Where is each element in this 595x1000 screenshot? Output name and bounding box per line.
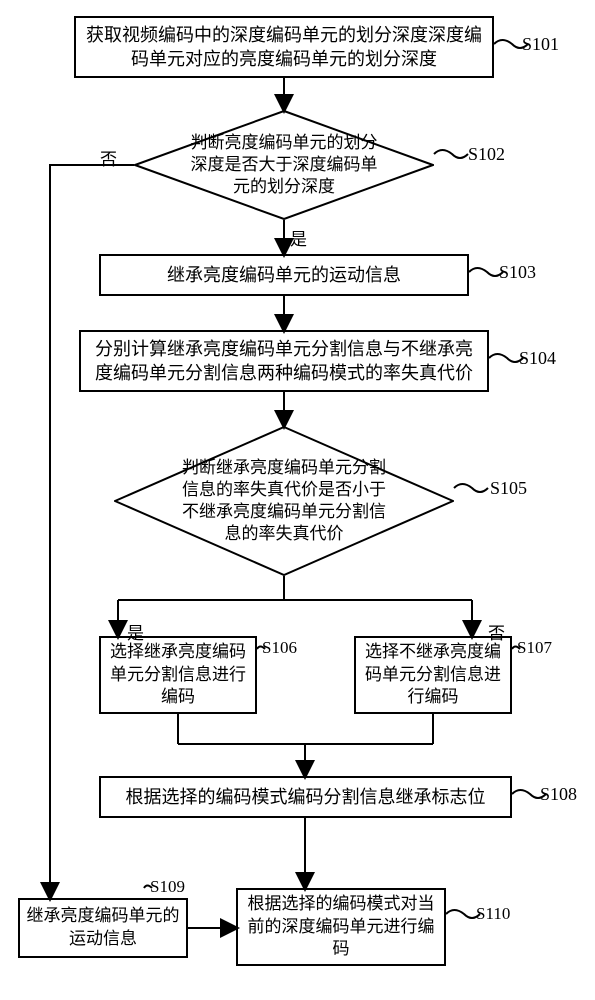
label-s109: S109 <box>150 877 185 897</box>
label-s101: S101 <box>522 34 559 55</box>
node-s109-text: 继承亮度编码单元的运动信息 <box>26 905 180 951</box>
edge-label-s102-yes: 是 <box>290 225 307 250</box>
label-s106: S106 <box>262 638 297 658</box>
flowchart-canvas: 获取视频编码中的深度编码单元的划分深度深度编码单元对应的亮度编码单元的划分深度 … <box>0 0 595 1000</box>
node-s101-text: 获取视频编码中的深度编码单元的划分深度深度编码单元对应的亮度编码单元的划分深度 <box>82 23 486 72</box>
label-s108: S108 <box>540 784 577 805</box>
node-s101: 获取视频编码中的深度编码单元的划分深度深度编码单元对应的亮度编码单元的划分深度 <box>74 16 494 78</box>
node-s104-text: 分别计算继承亮度编码单元分割信息与不继承亮度编码单元分割信息两种编码模式的率失真… <box>87 337 481 386</box>
label-s102: S102 <box>468 144 505 165</box>
edge-label-s105-no: 否 <box>488 619 505 644</box>
node-s107: 选择不继承亮度编码单元分割信息进行编码 <box>354 636 512 714</box>
node-s103-text: 继承亮度编码单元的运动信息 <box>167 263 401 287</box>
node-s108-text: 根据选择的编码模式编码分割信息继承标志位 <box>126 785 486 809</box>
label-s104: S104 <box>519 348 556 369</box>
node-s108: 根据选择的编码模式编码分割信息继承标志位 <box>99 776 512 818</box>
node-s106-text: 选择继承亮度编码单元分割信息进行编码 <box>107 641 249 710</box>
label-s110: S110 <box>476 904 510 924</box>
node-s102-text: 判断亮度编码单元的划分深度是否大于深度编码单元的划分深度 <box>187 132 382 198</box>
edge-label-s105-yes: 是 <box>127 619 144 644</box>
node-s104: 分别计算继承亮度编码单元分割信息与不继承亮度编码单元分割信息两种编码模式的率失真… <box>79 330 489 392</box>
label-s105: S105 <box>490 478 527 499</box>
node-s110: 根据选择的编码模式对当前的深度编码单元进行编码 <box>236 888 446 966</box>
edge-label-s102-no: 否 <box>100 145 117 170</box>
label-s103: S103 <box>499 262 536 283</box>
node-s109: 继承亮度编码单元的运动信息 <box>18 898 188 958</box>
node-s105-text: 判断继承亮度编码单元分割信息的率失真代价是否小于不继承亮度编码单元分割信息的率失… <box>179 457 390 545</box>
node-s106: 选择继承亮度编码单元分割信息进行编码 <box>99 636 257 714</box>
label-s107: S107 <box>517 638 552 658</box>
node-s105: 判断继承亮度编码单元分割信息的率失真代价是否小于不继承亮度编码单元分割信息的率失… <box>114 426 454 576</box>
node-s103: 继承亮度编码单元的运动信息 <box>99 254 469 296</box>
node-s107-text: 选择不继承亮度编码单元分割信息进行编码 <box>362 641 504 710</box>
node-s102: 判断亮度编码单元的划分深度是否大于深度编码单元的划分深度 <box>134 110 434 220</box>
node-s110-text: 根据选择的编码模式对当前的深度编码单元进行编码 <box>244 893 438 962</box>
